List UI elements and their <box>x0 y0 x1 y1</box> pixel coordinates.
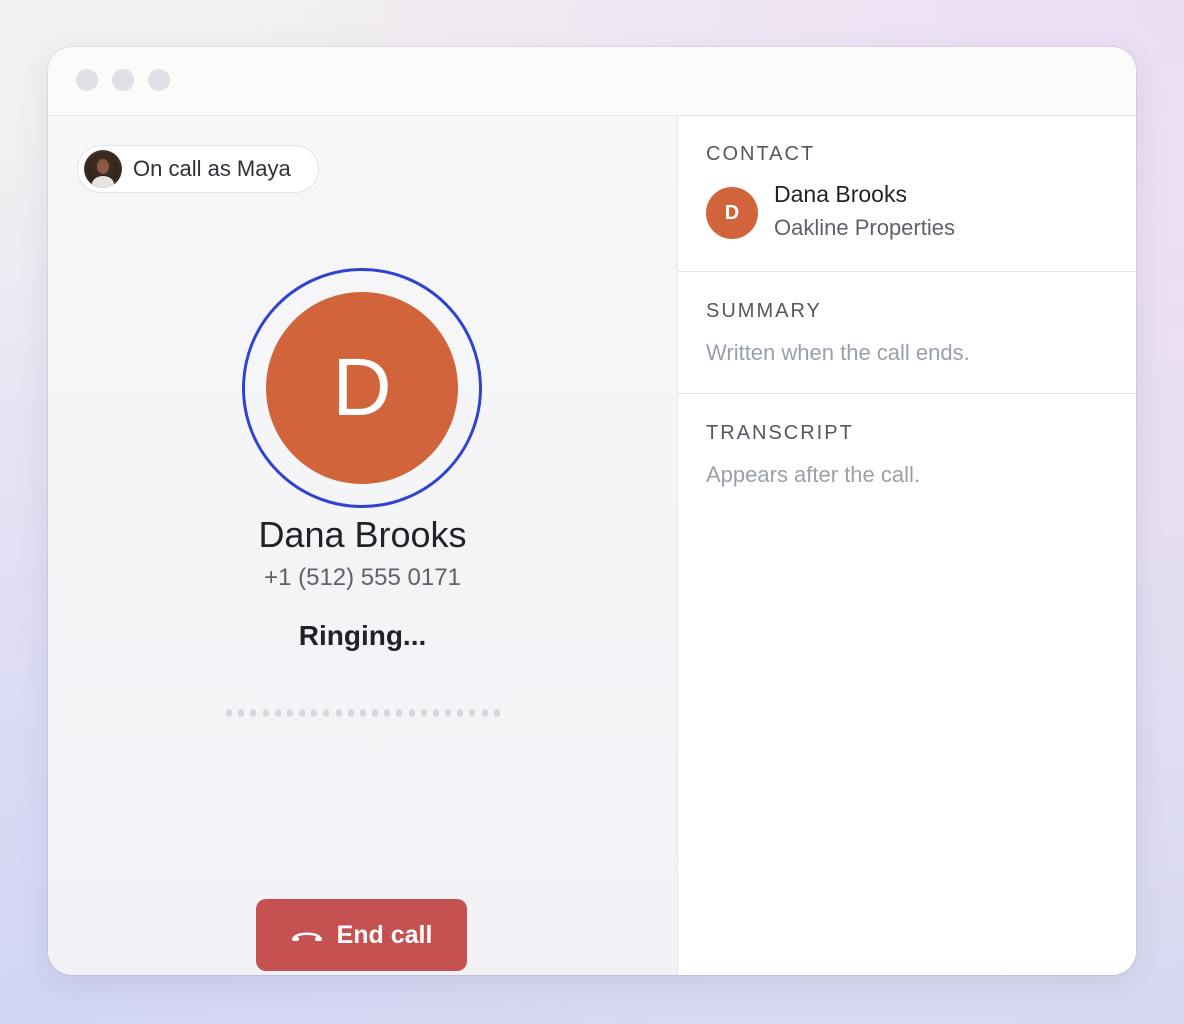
contact-section-title: CONTACT <box>706 143 816 165</box>
audio-waveform <box>226 709 500 717</box>
transcript-placeholder: Appears after the call. <box>706 462 921 487</box>
call-status: Ringing... <box>298 620 427 651</box>
waveform-bar <box>372 709 379 717</box>
waveform-bar <box>396 709 403 717</box>
summary-section: SUMMARY Written when the call ends. <box>678 272 1136 394</box>
waveform-bar <box>469 709 476 717</box>
waveform-bar <box>323 709 330 717</box>
end-call-label: End call <box>336 920 433 949</box>
waveform-bar <box>420 709 427 717</box>
waveform-bar <box>262 709 269 717</box>
waveform-bar <box>408 709 415 717</box>
contact-avatar: D <box>706 187 758 239</box>
caller-avatar: D <box>266 292 458 484</box>
waveform-bar <box>335 709 342 717</box>
caller-phone-number: +1 (512) 555 0171 <box>264 564 461 591</box>
waveform-bar <box>238 709 245 717</box>
waveform-bar <box>311 709 318 717</box>
waveform-bar <box>347 709 354 717</box>
waveform-bar <box>286 709 293 717</box>
title-bar <box>48 47 1136 116</box>
waveform-bar <box>274 709 281 717</box>
transcript-section-title: TRANSCRIPT <box>706 422 854 444</box>
agent-status-pill: On call as Maya <box>77 145 319 193</box>
agent-status-label: On call as Maya <box>133 156 291 181</box>
call-panel: On call as Maya D Dana Brooks +1 (512) 5… <box>48 116 678 975</box>
waveform-bar <box>299 709 306 717</box>
window-maximize-button[interactable] <box>148 69 170 91</box>
waveform-bar <box>250 709 257 717</box>
waveform-bar <box>493 709 500 717</box>
waveform-bar <box>226 709 232 717</box>
summary-placeholder: Written when the call ends. <box>706 340 970 365</box>
window-minimize-button[interactable] <box>112 69 134 91</box>
waveform-bar <box>432 709 439 717</box>
end-call-button[interactable]: End call <box>256 899 467 971</box>
waveform-bar <box>384 709 391 717</box>
details-panel: CONTACT D Dana Brooks Oakline Properties… <box>678 116 1136 975</box>
waveform-bar <box>481 709 488 717</box>
window-close-button[interactable] <box>76 69 98 91</box>
waveform-bar <box>445 709 452 717</box>
contact-company: Oakline Properties <box>774 215 955 240</box>
waveform-bar <box>457 709 464 717</box>
agent-avatar <box>84 150 122 188</box>
summary-section-title: SUMMARY <box>706 300 822 322</box>
transcript-section: TRANSCRIPT Appears after the call. <box>678 394 1136 594</box>
waveform-bar <box>359 709 366 717</box>
contact-name: Dana Brooks <box>774 181 907 207</box>
call-window: On call as Maya D Dana Brooks +1 (512) 5… <box>48 47 1136 975</box>
phone-hangup-icon <box>291 932 322 941</box>
contact-section: CONTACT D Dana Brooks Oakline Properties <box>678 116 1136 272</box>
caller-name: Dana Brooks <box>258 514 467 555</box>
